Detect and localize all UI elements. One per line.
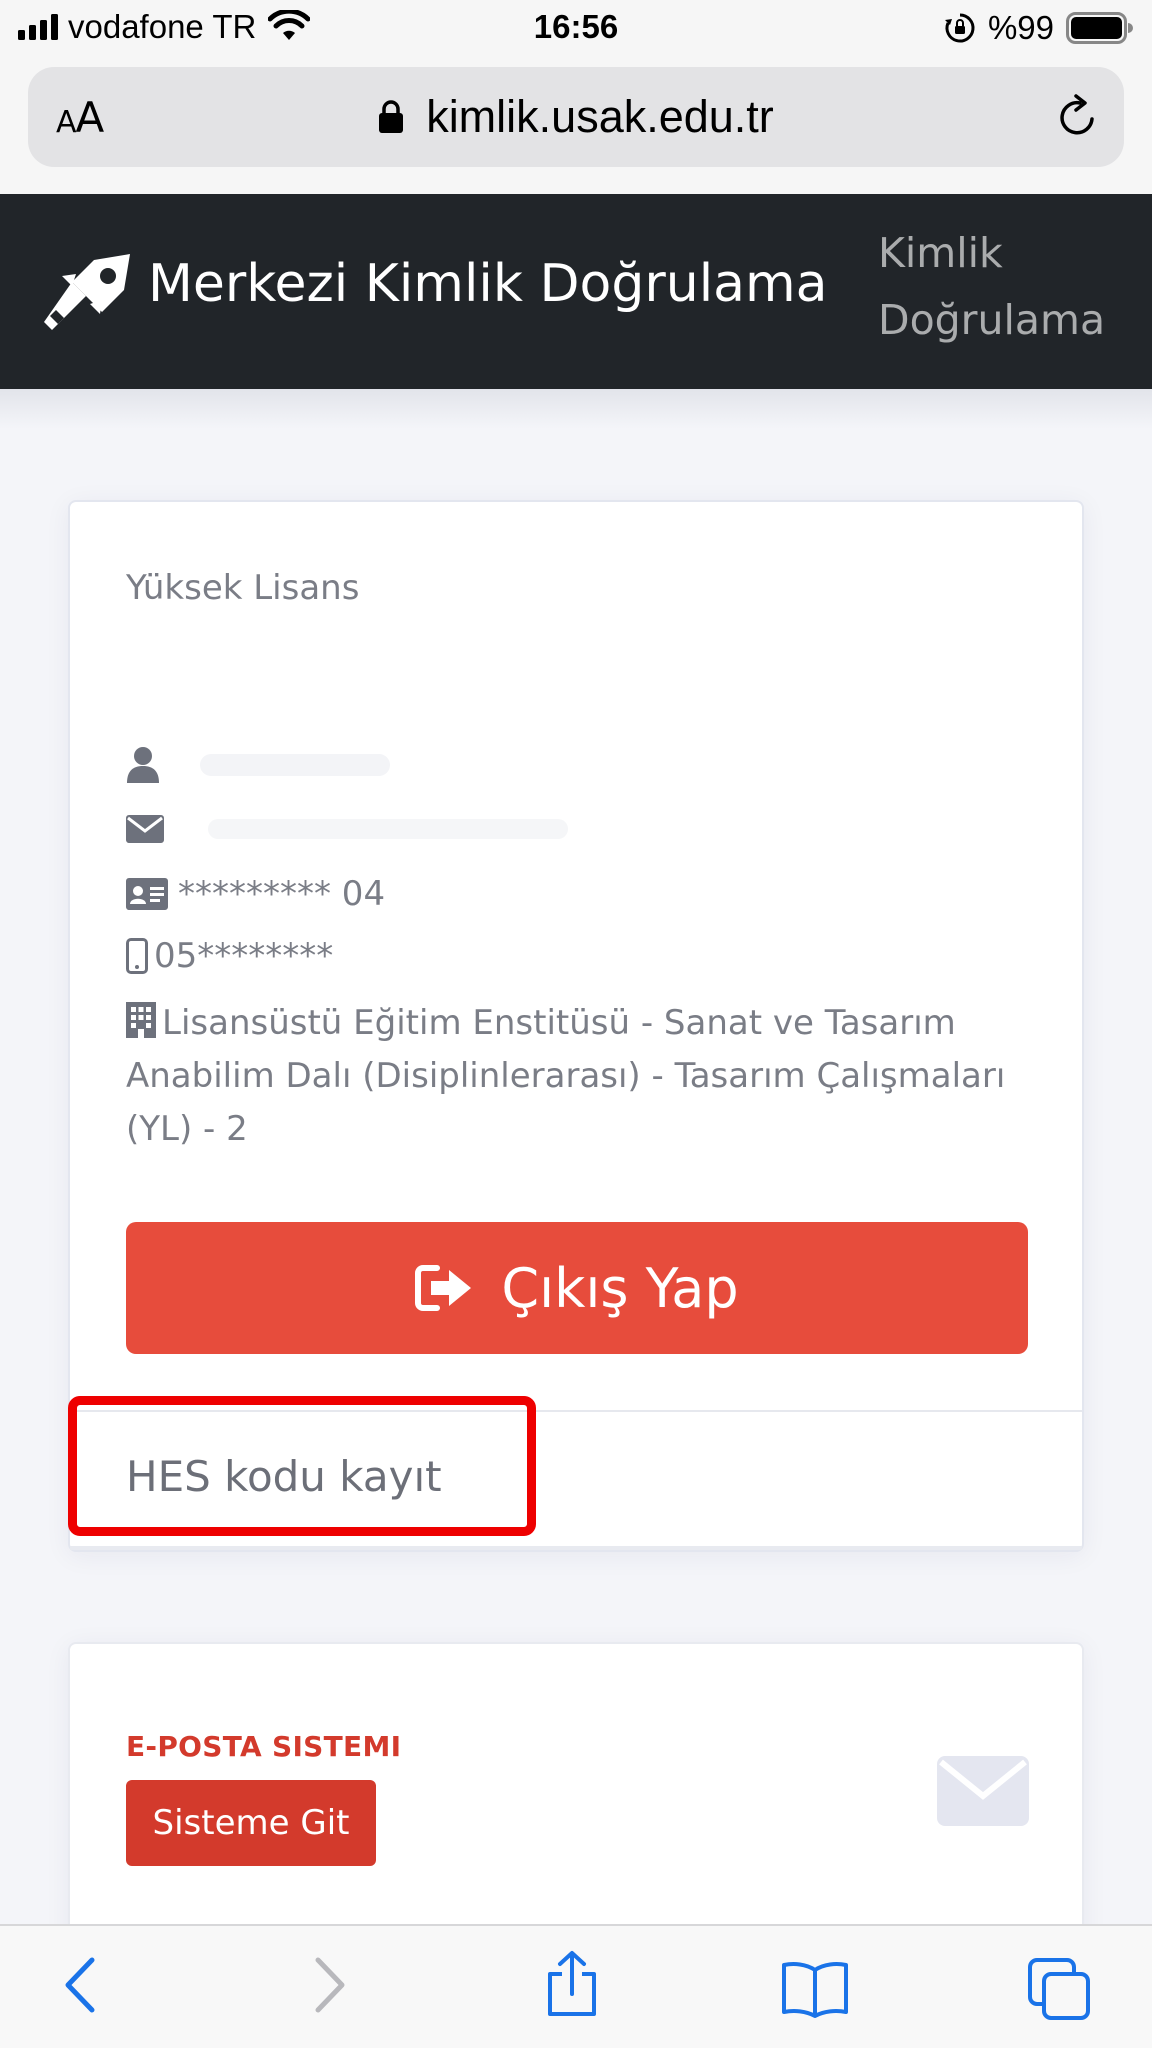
id-card-icon — [126, 878, 168, 910]
user-icon — [127, 747, 159, 783]
back-icon[interactable] — [62, 1956, 98, 2014]
envelope-icon — [126, 815, 164, 843]
reload-icon[interactable] — [1054, 93, 1102, 141]
email-row — [126, 815, 568, 843]
nav-link-line1[interactable]: Kimlik — [878, 220, 1138, 287]
building-icon — [126, 1002, 156, 1038]
address-bar[interactable]: AA kimlik.usak.edu.tr — [28, 67, 1124, 167]
phone-row: 05******** — [126, 936, 333, 976]
battery-icon — [1066, 12, 1133, 44]
id-number: ********* 04 — [178, 874, 386, 914]
rocket-key-icon[interactable] — [42, 252, 134, 332]
profile-card: Yüksek Lisans ********* 04 05******** Li… — [68, 500, 1084, 1552]
go-to-system-button[interactable]: Sisteme Git — [126, 1780, 376, 1866]
envelope-large-icon — [937, 1756, 1029, 1826]
email-system-title: E-POSTA SISTEMI — [126, 1730, 402, 1763]
logout-label[interactable]: Çıkış Yap — [501, 1257, 738, 1320]
tabs-icon[interactable] — [1026, 1956, 1092, 2022]
share-icon[interactable] — [544, 1950, 600, 2018]
bookmarks-icon[interactable] — [780, 1960, 850, 2018]
name-row — [126, 746, 390, 784]
phone-number: 05******** — [154, 936, 334, 976]
department-text: Lisansüstü Eğitim Enstitüsü - Sanat ve T… — [126, 1003, 1006, 1149]
email-redacted — [208, 819, 568, 839]
id-row: ********* 04 — [126, 874, 385, 914]
site-header: Merkezi Kimlik Doğrulama Kimlik Doğrulam… — [0, 194, 1152, 389]
logout-button[interactable]: Çıkış Yap — [126, 1222, 1028, 1354]
forward-icon[interactable] — [312, 1956, 348, 2014]
nav-link-line2[interactable]: Doğrulama — [878, 287, 1138, 354]
sign-out-icon — [415, 1265, 472, 1311]
nav-link-kimlik-dogrulama[interactable]: Kimlik Doğrulama — [878, 220, 1138, 354]
orientation-lock-icon — [944, 13, 975, 43]
url-text[interactable]: kimlik.usak.edu.tr — [426, 91, 774, 143]
card-footer-line — [70, 1546, 1082, 1550]
status-bar: vodafone TR 16:56 %99 — [0, 0, 1152, 58]
browser-toolbar: AA kimlik.usak.edu.tr — [0, 58, 1152, 194]
header-shadow — [0, 389, 1152, 429]
battery-percent: %99 — [987, 9, 1054, 46]
mobile-phone-icon — [126, 938, 148, 974]
degree-label: Yüksek Lisans — [126, 568, 360, 608]
name-redacted — [200, 754, 390, 776]
department-row: Lisansüstü Eğitim Enstitüsü - Sanat ve T… — [126, 997, 1026, 1156]
brand-title[interactable]: Merkezi Kimlik Doğrulama — [148, 254, 828, 314]
annotation-highlight — [68, 1396, 536, 1536]
padlock-icon — [379, 100, 404, 133]
browser-bottom-toolbar — [0, 1924, 1152, 2048]
